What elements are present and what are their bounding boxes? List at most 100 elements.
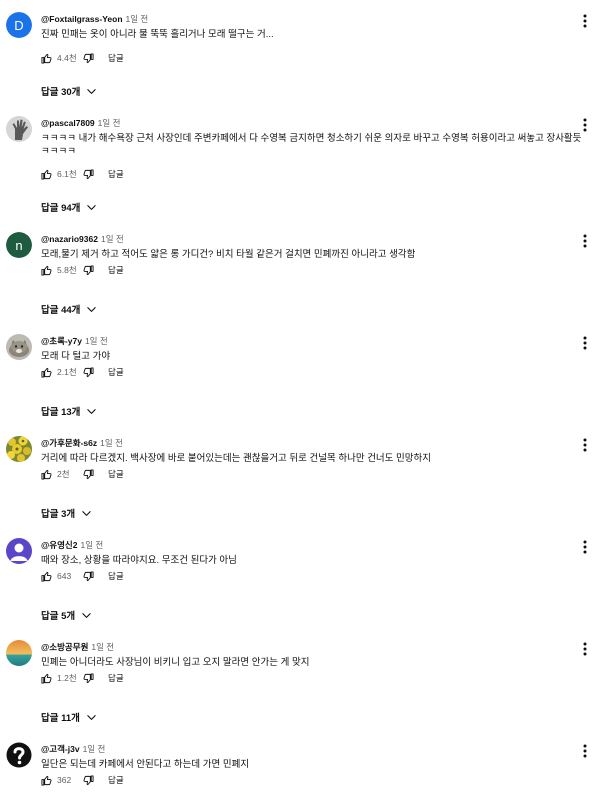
replies-count: 답글 44개 bbox=[41, 305, 81, 316]
comment-time[interactable]: 1일 전 bbox=[85, 336, 108, 346]
author-name[interactable]: @Foxtailgrass-Yeon bbox=[41, 14, 123, 24]
dislike-button[interactable] bbox=[83, 774, 94, 786]
avatar-cat-photo[interactable] bbox=[6, 334, 32, 360]
dislike-button[interactable] bbox=[83, 366, 94, 378]
view-replies-button[interactable]: 답글 94개 bbox=[41, 200, 97, 214]
comment-time[interactable]: 1일 전 bbox=[98, 118, 121, 128]
reply-button[interactable]: 답글 bbox=[108, 168, 124, 180]
like-button[interactable] bbox=[41, 53, 52, 64]
comment-time[interactable]: 1일 전 bbox=[80, 540, 103, 550]
dislike-button[interactable] bbox=[83, 468, 94, 480]
reply-button[interactable]: 답글 bbox=[108, 52, 124, 64]
comment-menu-button[interactable] bbox=[580, 540, 590, 554]
more-vert-icon bbox=[583, 642, 587, 656]
comment-time[interactable]: 1일 전 bbox=[101, 234, 124, 244]
like-button[interactable] bbox=[41, 469, 52, 480]
author-name[interactable]: @가후문화-s6z bbox=[41, 438, 97, 448]
comment-header: @유영신2 1일 전 bbox=[41, 539, 103, 551]
avatar-yellow-flowers-photo[interactable] bbox=[6, 436, 32, 462]
like-button[interactable] bbox=[41, 169, 52, 180]
view-replies-button[interactable]: 답글 30개 bbox=[41, 84, 97, 98]
avatar-letter-D[interactable]: D bbox=[6, 12, 32, 38]
comment-header: @pascal7809 1일 전 bbox=[41, 117, 120, 129]
comment-time[interactable]: 1일 전 bbox=[126, 14, 149, 24]
replies-count: 답글 3개 bbox=[41, 509, 76, 520]
dislike-button[interactable] bbox=[83, 168, 94, 180]
thumbs-up-icon bbox=[41, 53, 52, 64]
avatar-black-question-mark[interactable] bbox=[6, 742, 32, 768]
dislike-button[interactable] bbox=[83, 672, 94, 684]
more-vert-icon bbox=[583, 234, 587, 248]
comment-header: @nazario9362 1일 전 bbox=[41, 233, 124, 245]
comment-actions: 2.1천 답글 bbox=[41, 365, 124, 379]
comment-actions: 4.4천 답글 bbox=[41, 51, 124, 65]
comment-time[interactable]: 1일 전 bbox=[100, 438, 123, 448]
thumbs-up-icon bbox=[41, 367, 52, 378]
comment-header: @고객-j3v 1일 전 bbox=[41, 743, 105, 755]
comment-actions: 1.2천 답글 bbox=[41, 671, 124, 685]
comment-menu-button[interactable] bbox=[580, 438, 590, 452]
view-replies-button[interactable]: 답글 11개 bbox=[41, 710, 97, 724]
comment-header: @Foxtailgrass-Yeon 1일 전 bbox=[41, 13, 148, 25]
chevron-down-icon bbox=[87, 714, 96, 720]
avatar-image bbox=[6, 742, 32, 768]
view-replies-button[interactable]: 답글 44개 bbox=[41, 302, 97, 316]
dislike-button[interactable] bbox=[83, 264, 94, 276]
avatar-image: D bbox=[6, 12, 32, 38]
replies-count: 답글 5개 bbox=[41, 611, 76, 622]
like-count: 643 bbox=[57, 571, 72, 581]
comment-time[interactable]: 1일 전 bbox=[91, 642, 114, 652]
reply-button[interactable]: 답글 bbox=[108, 264, 124, 276]
chevron-down-icon bbox=[87, 408, 97, 414]
svg-text:n: n bbox=[15, 238, 22, 253]
author-name[interactable]: @소방공무원 bbox=[41, 642, 88, 652]
author-name[interactable]: @고객-j3v bbox=[41, 744, 80, 754]
view-replies-button[interactable]: 답글 5개 bbox=[41, 608, 92, 622]
replies-count: 답글 11개 bbox=[41, 713, 80, 724]
comment-header: @소방공무원 1일 전 bbox=[41, 641, 114, 653]
comment-menu-button[interactable] bbox=[580, 14, 590, 28]
dislike-button[interactable] bbox=[83, 570, 94, 582]
author-name[interactable]: @pascal7809 bbox=[41, 118, 95, 128]
author-name[interactable]: @nazario9362 bbox=[41, 234, 98, 244]
avatar-image bbox=[6, 334, 32, 360]
view-replies-button[interactable]: 답글 3개 bbox=[41, 506, 92, 520]
avatar-sunset-sea-photo[interactable] bbox=[6, 640, 32, 666]
like-count: 2.1천 bbox=[57, 367, 77, 377]
thumbs-up-icon bbox=[41, 265, 52, 276]
reply-button[interactable]: 답글 bbox=[108, 366, 124, 378]
avatar-letter-n[interactable]: n bbox=[6, 232, 32, 258]
like-button[interactable] bbox=[41, 367, 52, 378]
thumbs-down-icon bbox=[83, 468, 94, 479]
reply-button[interactable]: 답글 bbox=[108, 570, 124, 582]
like-button[interactable] bbox=[41, 571, 52, 582]
comment-menu-button[interactable] bbox=[580, 336, 590, 350]
dislike-button[interactable] bbox=[83, 52, 94, 64]
comment-time[interactable]: 1일 전 bbox=[83, 744, 106, 754]
avatar-gray-hand-photo[interactable] bbox=[6, 116, 32, 142]
like-button[interactable] bbox=[41, 673, 52, 684]
view-replies-button[interactable]: 답글 13개 bbox=[41, 404, 97, 418]
reply-button[interactable]: 답글 bbox=[108, 774, 124, 786]
comment-actions: 6.1천 답글 bbox=[41, 167, 124, 181]
comment-menu-button[interactable] bbox=[580, 642, 590, 656]
avatar-purple-default-person[interactable] bbox=[6, 538, 32, 564]
author-name[interactable]: @초록-y7y bbox=[41, 336, 82, 346]
avatar-image: n bbox=[6, 232, 32, 258]
thumbs-up-icon bbox=[41, 169, 52, 180]
like-count: 6.1천 bbox=[57, 169, 77, 179]
reply-button[interactable]: 답글 bbox=[108, 672, 124, 684]
thumbs-up-icon bbox=[41, 775, 52, 786]
comment-menu-button[interactable] bbox=[580, 744, 590, 758]
comment-menu-button[interactable] bbox=[580, 118, 590, 132]
more-vert-icon bbox=[583, 118, 587, 132]
like-button[interactable] bbox=[41, 265, 52, 276]
like-count: 2천 bbox=[57, 469, 70, 479]
author-name[interactable]: @유영신2 bbox=[41, 540, 77, 550]
reply-button[interactable]: 답글 bbox=[108, 468, 124, 480]
comment-header: @초록-y7y 1일 전 bbox=[41, 335, 108, 347]
comment-menu-button[interactable] bbox=[580, 234, 590, 248]
like-button[interactable] bbox=[41, 775, 52, 786]
chevron-down-icon bbox=[87, 88, 97, 94]
comment-actions: 643 답글 bbox=[41, 569, 124, 583]
